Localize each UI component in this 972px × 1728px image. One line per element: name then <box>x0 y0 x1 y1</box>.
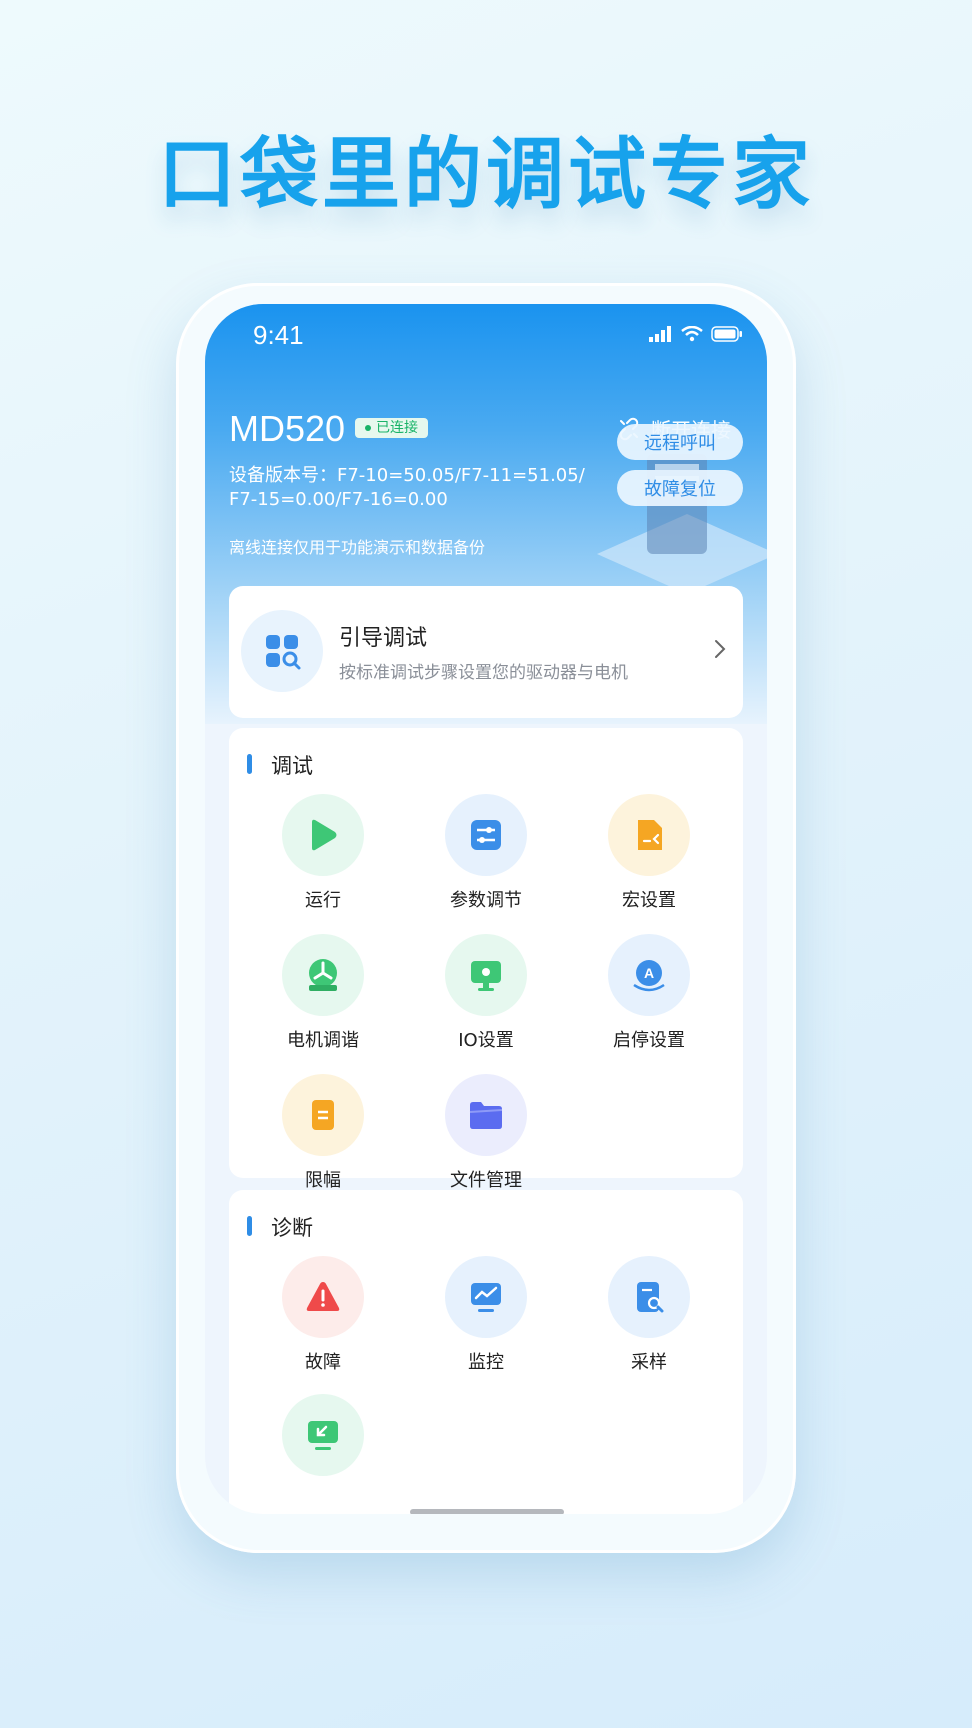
device-version: 设备版本号：F7-10=50.05/F7-11=51.05/ F7-15=0.0… <box>229 464 589 512</box>
device-version-line1: 设备版本号：F7-10=50.05/F7-11=51.05/ <box>229 465 585 486</box>
monitor-chart-icon <box>471 1283 501 1312</box>
io-monitor-icon <box>471 961 501 991</box>
folder-icon <box>469 1102 503 1129</box>
tile-start-stop[interactable]: A 启停设置 <box>567 934 731 1054</box>
tile-icon-circle <box>445 1256 527 1338</box>
tile-icon-circle <box>282 1394 364 1476</box>
tile-icon-circle <box>282 934 364 1016</box>
section-accent-bar <box>247 1216 252 1236</box>
apps-search-icon <box>266 635 301 670</box>
guide-icon-circle <box>241 610 323 692</box>
device-name: MD520 <box>229 408 346 449</box>
svg-text:A: A <box>644 965 654 981</box>
tile-icon-circle <box>282 1256 364 1338</box>
tile-label: 启停设置 <box>613 1030 685 1051</box>
battery-icon <box>711 326 742 342</box>
chevron-right-icon <box>715 640 726 658</box>
tile-label: 电机调谐 <box>287 1030 359 1051</box>
connection-badge: 已连接 <box>355 418 428 438</box>
connection-badge-label: 已连接 <box>376 420 418 436</box>
wifi-icon <box>681 326 703 342</box>
start-stop-icon: A <box>633 960 665 992</box>
tile-icon-circle: A <box>608 934 690 1016</box>
device-version-line2: F7-15=0.00/F7-16=0.00 <box>229 489 448 510</box>
phone-screen: 9:41 MD520 已连接 设备版本号：F7-10=50.05/F7-11=5… <box>205 304 767 1514</box>
tile-remote-screen[interactable] <box>241 1394 405 1514</box>
signal-icon <box>649 326 671 342</box>
tile-label: 运行 <box>305 890 341 911</box>
tile-macro[interactable]: 宏设置 <box>567 794 731 914</box>
tile-label: 限幅 <box>305 1170 341 1191</box>
tile-icon-circle <box>445 934 527 1016</box>
debug-section-title: 调试 <box>271 754 313 778</box>
status-time: 9:41 <box>253 320 304 350</box>
tile-icon-circle <box>445 1074 527 1156</box>
tile-label: IO设置 <box>458 1030 514 1051</box>
guided-debug-card[interactable]: 引导调试 按标准调试步骤设置您的驱动器与电机 <box>229 586 743 718</box>
tile-limit[interactable]: 限幅 <box>241 1074 405 1194</box>
sample-doc-icon <box>637 1282 664 1313</box>
remote-call-button[interactable]: 远程呼叫 <box>617 424 743 460</box>
tile-label: 文件管理 <box>450 1170 522 1191</box>
tile-file-management[interactable]: 文件管理 <box>404 1074 568 1194</box>
limit-icon <box>312 1100 334 1130</box>
fault-reset-button[interactable]: 故障复位 <box>617 470 743 506</box>
home-indicator[interactable] <box>410 1509 564 1514</box>
section-accent-bar <box>247 754 252 774</box>
play-icon <box>312 819 337 851</box>
tile-label: 宏设置 <box>622 890 676 911</box>
offline-note: 离线连接仅用于功能演示和数据备份 <box>229 538 486 557</box>
sliders-icon <box>471 820 501 850</box>
motor-fan-icon <box>309 959 337 991</box>
status-icons <box>649 326 743 342</box>
tile-icon-circle <box>445 794 527 876</box>
tile-fault[interactable]: 故障 <box>241 1256 405 1376</box>
tile-label: 故障 <box>305 1352 341 1373</box>
diagnose-section-title: 诊断 <box>271 1216 313 1240</box>
tile-label: 参数调节 <box>450 890 522 911</box>
tile-icon-circle <box>608 794 690 876</box>
guide-subtitle: 按标准调试步骤设置您的驱动器与电机 <box>339 663 628 683</box>
tile-run[interactable]: 运行 <box>241 794 405 914</box>
debug-section: 调试 运行 参数调节 宏设置 电机调谐 IO设置 A 启停设置 限幅 文件管理 <box>229 728 743 1191</box>
tile-monitor[interactable]: 监控 <box>404 1256 568 1376</box>
page-headline: 口袋里的调试专家 <box>157 130 814 220</box>
tile-label: 监控 <box>468 1352 504 1373</box>
tile-motor-tuning[interactable]: 电机调谐 <box>241 934 405 1054</box>
tile-io-settings[interactable]: IO设置 <box>404 934 568 1054</box>
macro-doc-icon <box>638 820 662 850</box>
diagnose-section: 诊断 故障 监控 采样 <box>229 1190 743 1514</box>
tile-icon-circle <box>282 1074 364 1156</box>
status-dot <box>365 425 371 431</box>
tile-sampling[interactable]: 采样 <box>567 1256 731 1376</box>
tile-params[interactable]: 参数调节 <box>404 794 568 914</box>
remote-screen-icon <box>308 1421 338 1450</box>
tile-icon-circle <box>282 794 364 876</box>
warning-icon <box>306 1282 340 1311</box>
guide-title: 引导调试 <box>339 626 428 651</box>
tile-label: 采样 <box>631 1352 667 1373</box>
status-bar: 9:41 <box>205 304 767 368</box>
tile-icon-circle <box>608 1256 690 1338</box>
